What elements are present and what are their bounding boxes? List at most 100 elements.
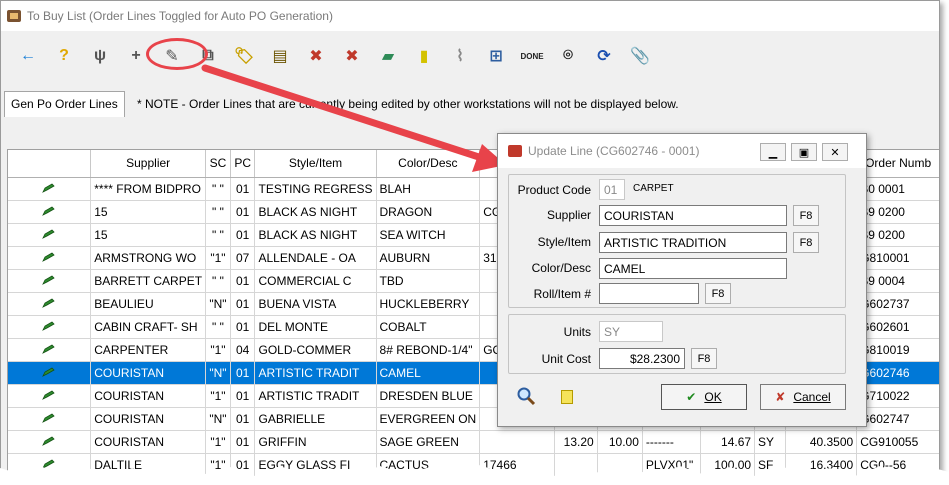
- column-header[interactable]: Order Numb: [856, 150, 939, 178]
- column-header[interactable]: [8, 150, 92, 178]
- cell-style: ARTISTIC TRADIT: [254, 384, 377, 408]
- cell-order: S9 0200: [856, 200, 939, 224]
- row-edit-cell[interactable]: [8, 223, 92, 247]
- column-header[interactable]: PC: [230, 150, 256, 178]
- row-edit-cell[interactable]: [8, 200, 92, 224]
- cell-style: BLACK AS NIGHT: [254, 223, 377, 247]
- row-edit-cell[interactable]: [8, 177, 92, 201]
- cell-order: G602747: [856, 407, 939, 431]
- cell-color: DRAGON: [376, 200, 481, 224]
- column-header[interactable]: Style/Item: [254, 150, 377, 178]
- unit-cost-f8-button[interactable]: F8: [691, 348, 717, 369]
- done-icon[interactable]: DONE: [517, 41, 547, 71]
- cell-sc: "N": [205, 407, 231, 431]
- dialog-title-bar: Update Line (CG602746 - 0001) ▁ ▣ ✕: [498, 134, 866, 168]
- cell-style: DEL MONTE: [254, 315, 377, 339]
- units-label: Units: [563, 325, 591, 339]
- column-header[interactable]: Supplier: [90, 150, 207, 178]
- roll-field[interactable]: [599, 283, 699, 304]
- row-edit-cell[interactable]: [8, 246, 92, 270]
- pencil-icon: [42, 206, 55, 216]
- roll-f8-button[interactable]: F8: [705, 283, 731, 304]
- style-f8-button[interactable]: F8: [793, 232, 819, 253]
- cell-sc: "1": [205, 430, 231, 454]
- unit-cost-field[interactable]: $28.2300: [599, 348, 685, 369]
- close-button[interactable]: ✕: [822, 143, 848, 161]
- remove-tag-icon[interactable]: ✖: [301, 41, 331, 71]
- pencil-icon: [42, 229, 55, 239]
- note-icon[interactable]: ▮: [409, 41, 439, 71]
- cell-sc: " ": [205, 200, 231, 224]
- color-field[interactable]: CAMEL: [599, 258, 787, 279]
- refresh-icon[interactable]: ⟳: [589, 41, 619, 71]
- cell-style: GABRIELLE: [254, 407, 377, 431]
- cell-supplier: 15: [90, 223, 207, 247]
- cell-supplier: COURISTAN: [90, 430, 207, 454]
- row-edit-cell[interactable]: [8, 361, 92, 385]
- cell-color: EVERGREEN ON: [376, 407, 481, 431]
- note-icon[interactable]: [561, 390, 573, 404]
- cell-pc: 01: [230, 407, 256, 431]
- minimize-button[interactable]: ▁: [760, 143, 786, 161]
- help-icon[interactable]: ?: [49, 41, 79, 71]
- tools-icon[interactable]: ψ: [85, 41, 115, 71]
- row-edit-cell[interactable]: [8, 407, 92, 431]
- split-grid-icon[interactable]: ⊞: [481, 41, 511, 71]
- cell-style: ARTISTIC TRADIT: [254, 361, 377, 385]
- paperclip-icon[interactable]: 📎: [625, 41, 655, 71]
- ticket-icon[interactable]: ▤: [265, 41, 295, 71]
- supplier-field[interactable]: COURISTAN: [599, 205, 787, 226]
- cell-color: CAMEL: [376, 361, 481, 385]
- row-edit-cell[interactable]: [8, 315, 92, 339]
- restore-button[interactable]: ▣: [791, 143, 817, 161]
- torn-edge: [0, 465, 949, 485]
- product-code-field[interactable]: 01: [599, 179, 625, 200]
- cell-style: GOLD-COMMER: [254, 338, 377, 362]
- product-code-desc: CARPET: [633, 183, 674, 194]
- cell-sc: "N": [205, 292, 231, 316]
- cell-order: S9 0200: [856, 223, 939, 247]
- cell-color: SEA WITCH: [376, 223, 481, 247]
- attach-clip-icon[interactable]: ⌇: [445, 41, 475, 71]
- cancel-button[interactable]: ✘ Cancel: [760, 384, 846, 410]
- tab-strip: Gen Po Order Lines * NOTE - Order Lines …: [1, 89, 939, 119]
- cell-sc: " ": [205, 223, 231, 247]
- cell-roll: [479, 430, 555, 454]
- cell-supplier: COURISTAN: [90, 384, 207, 408]
- row-edit-cell[interactable]: [8, 292, 92, 316]
- table-row[interactable]: COURISTAN "1" 01 GRIFFIN SAGE GREEN 13.20 10.0…: [8, 430, 939, 454]
- row-edit-cell[interactable]: [8, 269, 92, 293]
- title-bar: To Buy List (Order Lines Toggled for Aut…: [1, 1, 939, 31]
- search-icon[interactable]: [516, 386, 536, 406]
- tag-icon[interactable]: 🏷: [229, 41, 259, 71]
- cancel-x-icon: ✘: [775, 390, 786, 404]
- cell-order: G602601: [856, 315, 939, 339]
- style-field[interactable]: ARTISTIC TRADITION: [599, 232, 787, 253]
- cell-order: G710022: [856, 384, 939, 408]
- row-edit-cell[interactable]: [8, 430, 92, 454]
- binoculars-icon[interactable]: ⌾: [553, 41, 583, 71]
- column-header[interactable]: SC: [205, 150, 231, 178]
- supplier-f8-button[interactable]: F8: [793, 205, 819, 226]
- row-edit-cell[interactable]: [8, 384, 92, 408]
- pencil-icon: [42, 436, 55, 446]
- tab-gen-po-order-lines[interactable]: Gen Po Order Lines: [4, 91, 125, 117]
- cell-sc: "1": [205, 338, 231, 362]
- cell-c7: 13.20: [554, 430, 598, 454]
- cell-c11: SY: [754, 430, 787, 454]
- units-field[interactable]: SY: [599, 321, 663, 342]
- cell-supplier: COURISTAN: [90, 407, 207, 431]
- ok-button[interactable]: ✔ OK: [661, 384, 747, 410]
- cell-pc: 01: [230, 315, 256, 339]
- ok-label: OK: [704, 390, 722, 404]
- eraser-icon[interactable]: ▰: [373, 41, 403, 71]
- cell-sc: " ": [205, 177, 231, 201]
- cell-pc: 01: [230, 223, 256, 247]
- cell-sc: " ": [205, 269, 231, 293]
- delete-ticket-icon[interactable]: ✖: [337, 41, 367, 71]
- back-arrow-icon[interactable]: ←: [13, 41, 43, 71]
- row-edit-cell[interactable]: [8, 338, 92, 362]
- column-header[interactable]: Color/Desc: [376, 150, 481, 178]
- cell-pc: 01: [230, 361, 256, 385]
- cell-style: BLACK AS NIGHT: [254, 200, 377, 224]
